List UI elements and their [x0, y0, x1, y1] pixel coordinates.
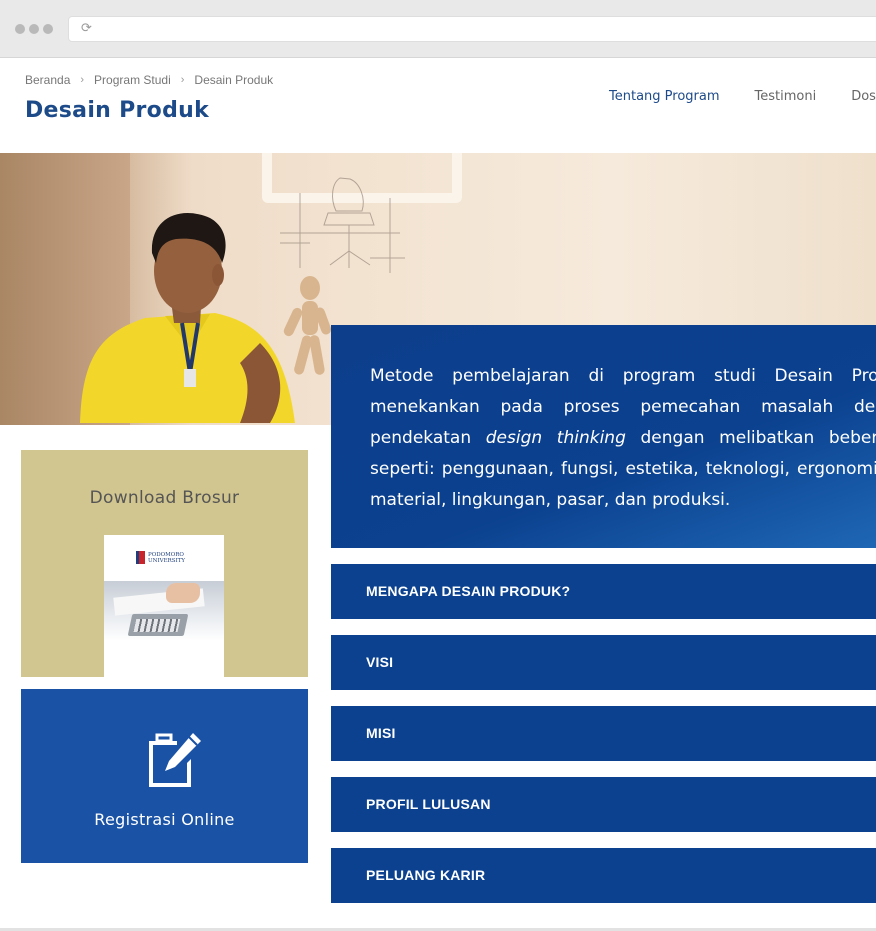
section-tabs: Tentang Program Testimoni Dose [609, 89, 876, 104]
tab-tentang-program[interactable]: Tentang Program [609, 89, 720, 104]
tab-dosen[interactable]: Dose [851, 89, 876, 104]
accordion-misi[interactable]: MISI [331, 706, 876, 761]
accordion-peluang-karir[interactable]: PELUANG KARIR [331, 848, 876, 903]
accordion-label[interactable]: MENGAPA DESAIN PRODUK? [366, 583, 570, 599]
online-registration-card[interactable]: Registrasi Online [21, 689, 308, 863]
podomoro-logo: PODOMORO UNIVERSITY [136, 551, 185, 564]
chevron-right-icon: › [80, 74, 85, 86]
accordion-label[interactable]: PROFIL LULUSAN [366, 796, 491, 812]
page-title: Desain Produk [25, 98, 210, 123]
window-controls [15, 24, 53, 34]
calculator-image [127, 614, 189, 636]
address-bar[interactable]: ⟳ [68, 16, 876, 42]
reload-icon[interactable]: ⟳ [81, 21, 92, 37]
chevron-right-icon: › [180, 74, 185, 86]
breadcrumb-item-current: Desain Produk [194, 73, 274, 87]
description-emphasis: design thinking [485, 428, 626, 448]
tab-testimoni[interactable]: Testimoni [755, 89, 817, 104]
brochure-thumbnail[interactable]: PODOMORO UNIVERSITY [104, 535, 224, 677]
accordion-visi[interactable]: VISI [331, 635, 876, 690]
maximize-window-dot[interactable] [43, 24, 53, 34]
minimize-window-dot[interactable] [29, 24, 39, 34]
online-registration-label[interactable]: Registrasi Online [21, 810, 308, 829]
breadcrumb-item-program-studi[interactable]: Program Studi [94, 73, 171, 87]
student-photo [80, 213, 332, 423]
accordion-label[interactable]: MISI [366, 725, 396, 741]
edit-document-icon [149, 733, 201, 787]
accordion-label[interactable]: VISI [366, 654, 393, 670]
program-description-text: Metode pembelajaran di program studi Des… [370, 361, 876, 516]
brochure-photo [104, 581, 224, 641]
podomoro-logo-text: PODOMORO UNIVERSITY [148, 552, 185, 564]
breadcrumb: Beranda › Program Studi › Desain Produk [25, 73, 273, 87]
accordion-mengapa-desain-produk[interactable]: MENGAPA DESAIN PRODUK? [331, 564, 876, 619]
browser-toolbar: ⟳ [0, 0, 876, 58]
program-description: Metode pembelajaran di program studi Des… [331, 325, 876, 548]
download-brochure-card[interactable]: Download Brosur PODOMORO UNIVERSITY [21, 450, 308, 677]
brochure-photo-hand [166, 583, 200, 603]
podomoro-logo-mark [136, 551, 145, 564]
accordion-label[interactable]: PELUANG KARIR [366, 867, 485, 883]
logo-line-2: UNIVERSITY [148, 557, 185, 564]
breadcrumb-item-beranda[interactable]: Beranda [25, 73, 70, 87]
download-brochure-title[interactable]: Download Brosur [21, 488, 308, 508]
close-window-dot[interactable] [15, 24, 25, 34]
logo-line-1: PODOMORO [148, 551, 184, 558]
accordion-profil-lulusan[interactable]: PROFIL LULUSAN [331, 777, 876, 832]
